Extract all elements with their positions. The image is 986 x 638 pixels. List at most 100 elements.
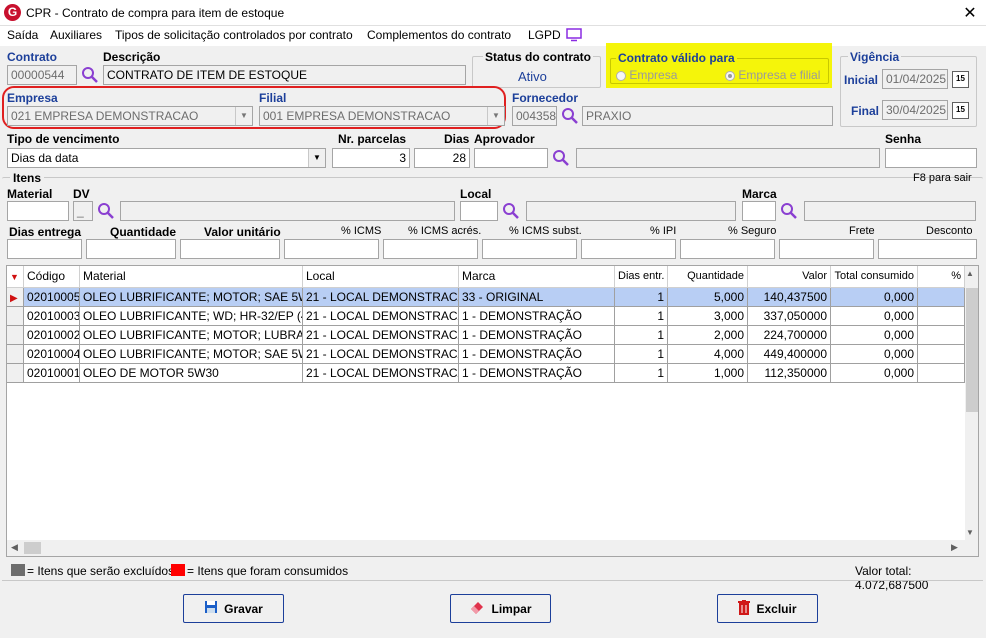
search-material-icon[interactable] xyxy=(97,202,115,220)
limpar-button[interactable]: Limpar xyxy=(450,594,551,623)
col-codigo[interactable]: Código xyxy=(24,266,80,288)
row-indicator[interactable] xyxy=(7,326,24,345)
legend-gray-swatch xyxy=(11,564,25,576)
fornecedor-name-field[interactable]: PRAXIO xyxy=(582,106,833,126)
menu-complementos[interactable]: Complementos do contrato xyxy=(367,28,511,42)
radio-empresa-filial-icon xyxy=(725,70,735,81)
aprovador-label: Aprovador xyxy=(474,132,535,146)
table-cell: 0,000 xyxy=(831,345,918,364)
table-row[interactable]: 02010002OLEO LUBRIFICANTE; MOTOR; LUBRAX… xyxy=(7,326,965,345)
excluir-button[interactable]: Excluir xyxy=(717,594,818,623)
local-field[interactable] xyxy=(460,201,498,221)
chevron-down-icon[interactable]: ▼ xyxy=(235,107,252,125)
table-cell: 5,000 xyxy=(668,288,748,307)
chevron-down-icon[interactable]: ▼ xyxy=(487,107,504,125)
chevron-down-icon[interactable]: ▼ xyxy=(308,149,325,167)
table-cell xyxy=(918,345,965,364)
material-field[interactable] xyxy=(7,201,69,221)
table-row[interactable]: ▶ 02010005 OLEO LUBRIFICANTE; MOTOR; SAE 5… xyxy=(7,288,965,307)
table-row[interactable]: 02010001 OLEO DE MOTOR 5W30 21 - LOCAL DEM… xyxy=(7,364,965,383)
search-contrato-icon[interactable] xyxy=(81,66,99,84)
row-indicator[interactable] xyxy=(7,364,24,383)
senha-field[interactable] xyxy=(885,148,977,168)
table-cell: OLEO DE MOTOR 5W30 xyxy=(80,364,303,383)
marca-desc-field[interactable] xyxy=(804,201,976,221)
data-inicial-field[interactable]: 01/04/2025 xyxy=(882,69,948,89)
table-cell: 02010002 xyxy=(24,326,80,345)
table-row[interactable]: 02010003 OLEO LUBRIFICANTE; WD; HR-32/EP … xyxy=(7,307,965,326)
dv-field[interactable]: _ xyxy=(73,201,93,221)
aprovador-name-field[interactable] xyxy=(576,148,880,168)
local-desc-field[interactable] xyxy=(526,201,736,221)
icms-field[interactable] xyxy=(284,239,379,259)
material-label: Material xyxy=(7,187,53,201)
marca-field[interactable] xyxy=(742,201,776,221)
search-aprovador-icon[interactable] xyxy=(552,149,570,167)
seguro-field[interactable] xyxy=(680,239,775,259)
search-local-icon[interactable] xyxy=(502,202,520,220)
icms-subst-label: % ICMS subst. xyxy=(509,225,582,237)
frete-field[interactable] xyxy=(779,239,874,259)
scroll-thumb[interactable] xyxy=(966,288,978,412)
calendar-final-icon[interactable]: 15 xyxy=(952,102,969,119)
filial-value: 001 EMPRESA DEMONSTRACAO xyxy=(263,109,451,123)
material-desc-field[interactable] xyxy=(120,201,455,221)
local-label: Local xyxy=(460,187,492,201)
row-indicator[interactable] xyxy=(7,345,24,364)
table-header-indicator[interactable]: ▼ xyxy=(7,266,24,288)
descricao-field[interactable]: CONTRATO DE ITEM DE ESTOQUE xyxy=(103,65,466,85)
search-fornecedor-icon[interactable] xyxy=(561,107,579,125)
tipo-vencimento-combo[interactable]: Dias da data ▼ xyxy=(7,148,326,168)
h-scroll-thumb[interactable] xyxy=(24,542,41,554)
table-cell: 1 - DEMONSTRAÇÃO xyxy=(459,326,615,345)
table-row[interactable]: 02010004 OLEO LUBRIFICANTE; MOTOR; SAE 5W… xyxy=(7,345,965,364)
fornecedor-code-field[interactable]: 004358 xyxy=(512,106,557,126)
data-final-field[interactable]: 30/04/2025 xyxy=(882,100,948,120)
monitor-icon[interactable] xyxy=(566,28,582,45)
table-cell: 0,000 xyxy=(831,288,918,307)
col-dias-entr[interactable]: Dias entr. xyxy=(615,266,668,288)
row-indicator[interactable] xyxy=(7,307,24,326)
parcelas-field[interactable]: 3 xyxy=(332,148,410,168)
close-icon[interactable]: ✕ xyxy=(960,3,980,23)
col-percent[interactable]: % xyxy=(918,266,965,288)
contrato-field[interactable]: 00000544 xyxy=(7,65,77,85)
radio-empresa-filial[interactable]: Empresa e filial xyxy=(725,68,820,82)
horizontal-scrollbar[interactable]: ◀ ▶ xyxy=(7,540,978,556)
col-total-consumido[interactable]: Total consumido xyxy=(831,266,918,288)
col-marca[interactable]: Marca xyxy=(459,266,615,288)
valor-unitario-field[interactable] xyxy=(180,239,280,259)
dias-field[interactable]: 28 xyxy=(414,148,470,168)
dias-entrega-field[interactable] xyxy=(7,239,82,259)
icms-subst-field[interactable] xyxy=(482,239,577,259)
menu-saida[interactable]: Saída xyxy=(7,28,38,42)
menu-lgpd[interactable]: LGPD xyxy=(528,28,561,42)
empresa-combo[interactable]: 021 EMPRESA DEMONSTRACAO ▼ xyxy=(7,106,253,126)
vertical-scrollbar[interactable]: ▲ ▼ xyxy=(965,266,978,540)
calendar-inicial-icon[interactable]: 15 xyxy=(952,71,969,88)
ipi-field[interactable] xyxy=(581,239,676,259)
col-valor[interactable]: Valor xyxy=(748,266,831,288)
radio-empresa[interactable]: Empresa xyxy=(616,68,677,82)
col-quantidade[interactable]: Quantidade xyxy=(668,266,748,288)
table-cell: 1 - DEMONSTRAÇÃO xyxy=(459,364,615,383)
icms-acres-field[interactable] xyxy=(383,239,478,259)
menu-tipos-solicitacao[interactable]: Tipos de solicitação controlados por con… xyxy=(115,28,353,42)
scroll-right-icon[interactable]: ▶ xyxy=(951,542,958,553)
dias-entrega-label: Dias entrega xyxy=(9,225,82,239)
gravar-button[interactable]: Gravar xyxy=(183,594,284,623)
filial-combo[interactable]: 001 EMPRESA DEMONSTRACAO ▼ xyxy=(259,106,505,126)
col-local[interactable]: Local xyxy=(303,266,459,288)
menu-auxiliares[interactable]: Auxiliares xyxy=(50,28,102,42)
quantidade-field[interactable] xyxy=(86,239,176,259)
parcelas-label: Nr. parcelas xyxy=(338,132,407,146)
scroll-up-icon[interactable]: ▲ xyxy=(966,269,974,278)
scroll-left-icon[interactable]: ◀ xyxy=(11,542,18,553)
sort-triangle-icon: ▼ xyxy=(10,272,19,282)
search-marca-icon[interactable] xyxy=(780,202,798,220)
desconto-field[interactable] xyxy=(878,239,977,259)
aprovador-field[interactable] xyxy=(474,148,548,168)
col-material[interactable]: Material xyxy=(80,266,303,288)
scroll-down-icon[interactable]: ▼ xyxy=(966,528,974,537)
row-pointer-icon[interactable]: ▶ xyxy=(7,288,24,307)
